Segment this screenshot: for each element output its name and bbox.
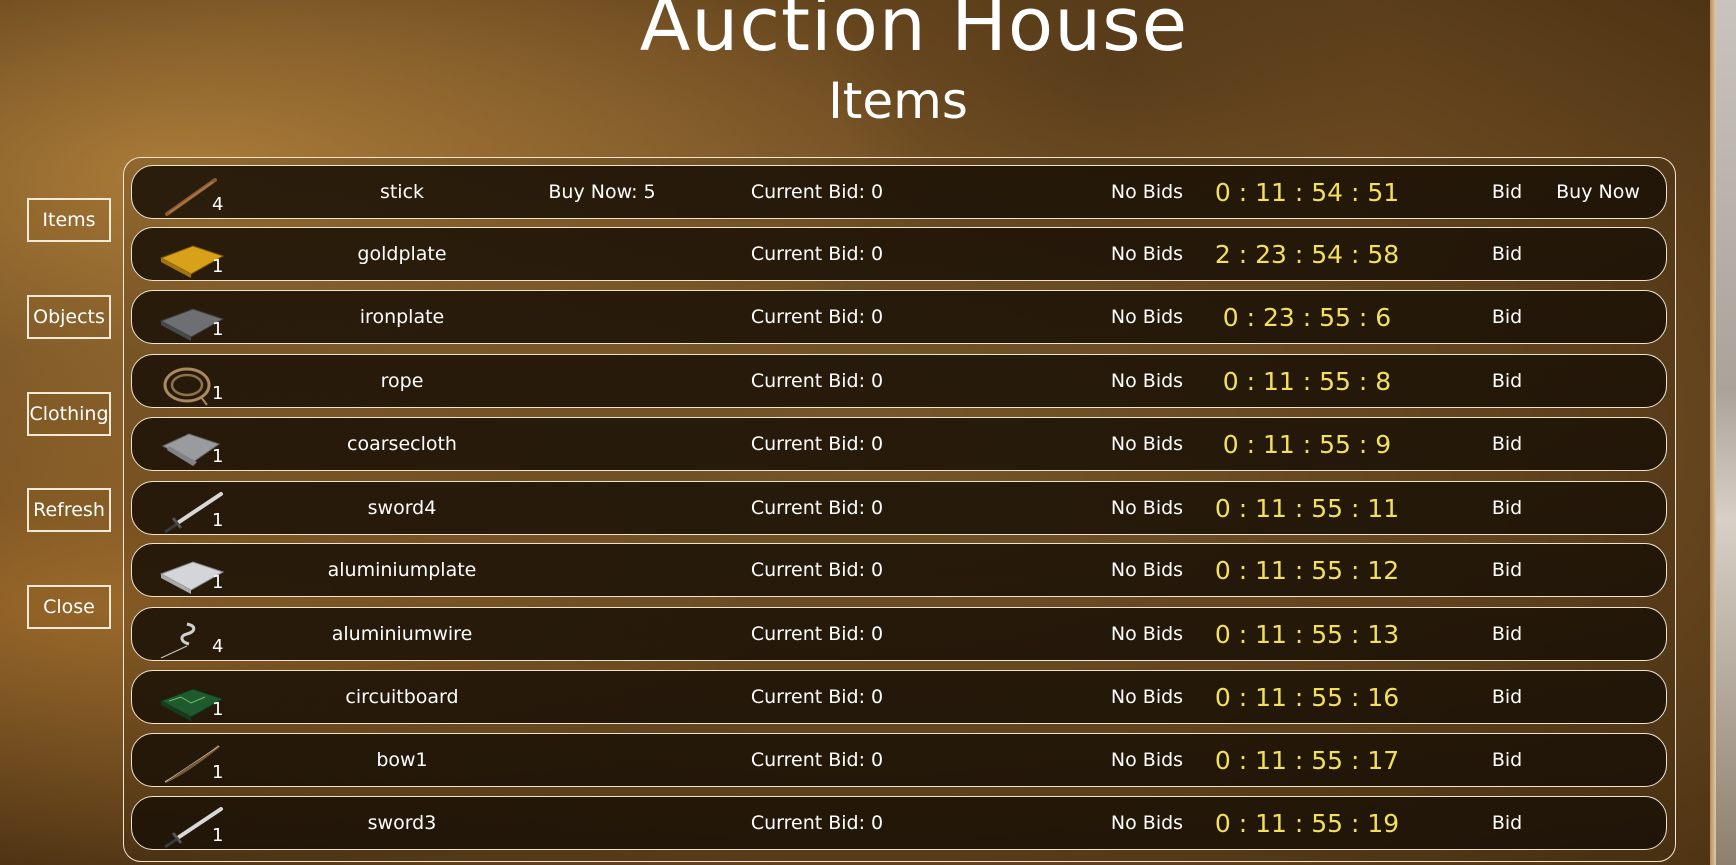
time-remaining: 0 : 11 : 55 : 12 [1214, 555, 1400, 585]
time-remaining: 0 : 11 : 55 : 11 [1214, 493, 1400, 523]
listing-row: 4 aluminiumwire Current Bid: 0 No Bids 0 : 1… [131, 607, 1667, 661]
time-remaining: 0 : 11 : 55 : 17 [1214, 745, 1400, 775]
item-quantity: 4 [212, 636, 224, 657]
current-bid: Current Bid: 0 [750, 433, 884, 455]
bid-button[interactable]: Bid [1472, 482, 1542, 534]
item-quantity: 1 [212, 825, 224, 846]
current-bid: Current Bid: 0 [750, 749, 884, 771]
listing-row: 1 rope Current Bid: 0 No Bids 0 : 11 : 55 : … [131, 354, 1667, 408]
current-bid: Current Bid: 0 [750, 812, 884, 834]
time-remaining: 0 : 11 : 55 : 13 [1214, 619, 1400, 649]
item-name: rope [380, 370, 424, 392]
listing-row: 1 ironplate Current Bid: 0 No Bids 0 : 23 : … [131, 290, 1667, 344]
item-name: aluminiumplate [327, 559, 477, 581]
item-name: ironplate [359, 306, 445, 328]
time-remaining: 0 : 11 : 55 : 9 [1222, 429, 1392, 459]
item-name: goldplate [357, 243, 447, 265]
time-remaining: 0 : 11 : 55 : 8 [1222, 366, 1392, 396]
items-button[interactable]: Items [27, 198, 111, 242]
current-bid: Current Bid: 0 [750, 181, 884, 203]
listing-row: 1 sword3 Current Bid: 0 No Bids 0 : 11 : 55 … [131, 796, 1667, 850]
refresh-button[interactable]: Refresh [27, 488, 111, 532]
item-quantity: 1 [212, 446, 224, 467]
current-bid: Current Bid: 0 [750, 686, 884, 708]
current-bid: Current Bid: 0 [750, 370, 884, 392]
listing-row: 1 sword4 Current Bid: 0 No Bids 0 : 11 : 55 … [131, 481, 1667, 535]
item-quantity: 1 [212, 319, 224, 340]
page-subtitle: Items [828, 72, 968, 130]
buy-now-button[interactable]: Buy Now [1538, 166, 1658, 218]
time-remaining: 0 : 11 : 55 : 16 [1214, 682, 1400, 712]
listing-row: 1 goldplate Current Bid: 0 No Bids 2 : 23 : … [131, 227, 1667, 281]
bid-button[interactable]: Bid [1472, 544, 1542, 596]
clothing-button[interactable]: Clothing [27, 392, 111, 436]
listing-row: 1 bow1 Current Bid: 0 No Bids 0 : 11 : 55 : … [131, 733, 1667, 787]
item-name: coarsecloth [347, 433, 457, 455]
bid-button[interactable]: Bid [1472, 355, 1542, 407]
current-bid: Current Bid: 0 [750, 623, 884, 645]
time-remaining: 2 : 23 : 54 : 58 [1214, 239, 1400, 269]
bid-button[interactable]: Bid [1472, 228, 1542, 280]
current-bid: Current Bid: 0 [750, 559, 884, 581]
item-name: stick [379, 181, 425, 203]
page-title: Auction House [639, 0, 1189, 68]
time-remaining: 0 : 11 : 55 : 19 [1214, 808, 1400, 838]
close-button[interactable]: Close [27, 585, 111, 629]
bid-button[interactable]: Bid [1472, 608, 1542, 660]
item-name: sword4 [367, 497, 437, 519]
item-quantity: 1 [212, 256, 224, 277]
bid-button[interactable]: Bid [1472, 671, 1542, 723]
item-name: bow1 [376, 749, 428, 771]
item-quantity: 1 [212, 762, 224, 783]
item-quantity: 1 [212, 572, 224, 593]
item-name: aluminiumwire [331, 623, 473, 645]
item-name: circuitboard [345, 686, 459, 708]
listing-row: 1 circuitboard Current Bid: 0 No Bids 0 : 11… [131, 670, 1667, 724]
buy-now-price: Buy Now: 5 [548, 181, 656, 203]
item-quantity: 1 [212, 383, 224, 404]
item-quantity: 4 [212, 194, 224, 215]
time-remaining: 0 : 11 : 54 : 51 [1214, 177, 1400, 207]
item-quantity: 1 [212, 510, 224, 531]
listing-row: 1 coarsecloth Current Bid: 0 No Bids 0 : 11 … [131, 417, 1667, 471]
current-bid: Current Bid: 0 [750, 306, 884, 328]
current-bid: Current Bid: 0 [750, 497, 884, 519]
bid-button[interactable]: Bid [1472, 166, 1542, 218]
item-quantity: 1 [212, 699, 224, 720]
objects-button[interactable]: Objects [27, 295, 111, 339]
bid-button[interactable]: Bid [1472, 291, 1542, 343]
listing-row: 1 aluminiumplate Current Bid: 0 No Bids 0 : … [131, 543, 1667, 597]
bid-button[interactable]: Bid [1472, 734, 1542, 786]
listing-row: 4 stick Buy Now: 5 Current Bid: 0 No Bids 0 :… [131, 165, 1667, 219]
current-bid: Current Bid: 0 [750, 243, 884, 265]
item-name: sword3 [367, 812, 437, 834]
bid-button[interactable]: Bid [1472, 418, 1542, 470]
bid-button[interactable]: Bid [1472, 797, 1542, 849]
time-remaining: 0 : 23 : 55 : 6 [1222, 302, 1392, 332]
